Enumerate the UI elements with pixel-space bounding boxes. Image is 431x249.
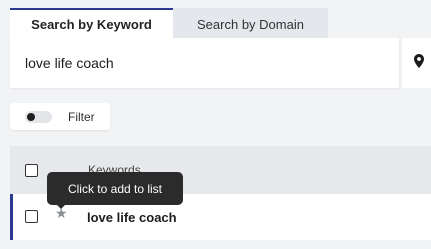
row-checkbox[interactable] [25, 210, 38, 223]
row-keyword: love life coach [87, 210, 177, 225]
keyword-search-input[interactable] [10, 38, 399, 88]
filter-toggle-chip[interactable]: Filter [10, 103, 110, 130]
tab-search-by-domain[interactable]: Search by Domain [173, 8, 328, 38]
filter-toggle-switch[interactable] [25, 110, 52, 123]
location-selector[interactable] [402, 38, 431, 88]
filter-label: Filter [68, 109, 95, 124]
toggle-knob [27, 112, 35, 121]
tooltip: Click to add to list [47, 172, 183, 205]
search-panel [10, 38, 399, 88]
tooltip-arrow [56, 204, 66, 209]
select-all-checkbox[interactable] [25, 164, 38, 177]
search-tabs: Search by Keyword Search by Domain [10, 8, 328, 38]
tooltip-text: Click to add to list [67, 181, 163, 196]
map-pin-icon [414, 53, 424, 73]
tab-search-by-keyword[interactable]: Search by Keyword [10, 8, 173, 38]
